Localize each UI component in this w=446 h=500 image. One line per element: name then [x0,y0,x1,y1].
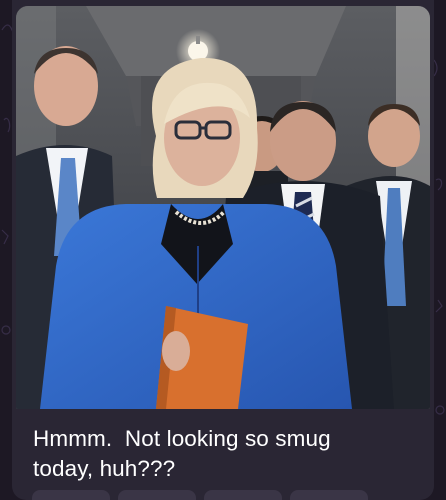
reaction-bar [32,490,368,500]
photo-image [16,6,430,409]
message-caption: Hmmm. Not looking so smug today, huh??? [33,426,331,481]
message-photo[interactable] [16,6,430,409]
reaction-chip-icon[interactable] [118,490,196,500]
chat-screen: Hmmm. Not looking so smug today, huh??? [0,0,446,500]
reaction-chip-icon[interactable] [290,490,368,500]
reaction-chip-icon[interactable] [204,490,282,500]
message-bubble[interactable]: Hmmm. Not looking so smug today, huh??? [12,0,434,500]
reaction-chip-icon[interactable] [32,490,110,500]
